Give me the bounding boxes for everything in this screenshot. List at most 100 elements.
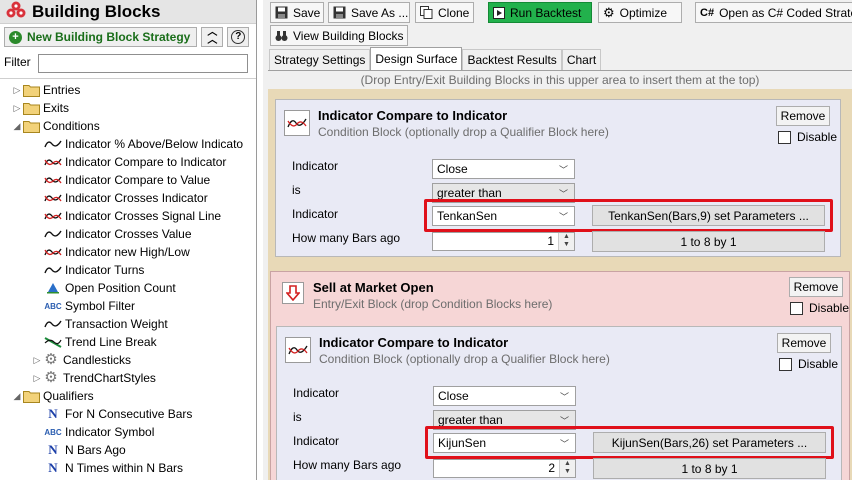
bars-ago-stepper[interactable]: 2 ▲ ▼ xyxy=(433,459,576,478)
view-blocks-label: View Building Blocks xyxy=(293,28,404,43)
remove-button[interactable]: Remove xyxy=(776,106,830,126)
save-as-label: Save As ... xyxy=(351,5,409,20)
tree-item[interactable]: N N Bars Ago xyxy=(0,441,256,459)
sell-subtitle: Entry/Exit Block (drop Condition Blocks … xyxy=(313,297,553,311)
open-csharp-label: Open as C# Coded Strategy xyxy=(719,5,852,20)
run-backtest-label: Run Backtest xyxy=(510,5,582,20)
chevron-down-icon[interactable]: ◢ xyxy=(12,391,22,402)
tree-folder-conditions[interactable]: ◢ Conditions xyxy=(0,117,256,135)
tree-item[interactable]: N N Times within N Bars xyxy=(0,459,256,477)
run-backtest-button[interactable]: Run Backtest xyxy=(488,2,592,23)
chevron-right-icon[interactable]: ▷ xyxy=(32,355,42,366)
tree-folder-exits[interactable]: ▷ Exits xyxy=(0,99,256,117)
tree-item[interactable]: Trend Line Break xyxy=(0,333,256,351)
help-button[interactable]: ? xyxy=(227,27,250,47)
indicator-compare-icon xyxy=(44,155,62,169)
tab-backtest-results[interactable]: Backtest Results xyxy=(462,49,562,70)
tree-item[interactable]: Open Position Count xyxy=(0,279,256,297)
double-chevron-up-icon: ︿ ︿ xyxy=(207,27,218,46)
indicator-compare-icon xyxy=(44,191,62,205)
optimize-label: Optimize xyxy=(619,5,667,20)
sell-arrow-icon xyxy=(282,282,304,304)
tree-item-label: Indicator Compare to Value xyxy=(65,173,211,187)
tree-item[interactable]: ▷ ⚙ TrendChartStyles xyxy=(0,369,256,387)
condition-block[interactable]: Indicator Compare to Indicator Condition… xyxy=(275,99,841,257)
save-icon xyxy=(275,6,288,19)
tree-folder-entries[interactable]: ▷ Entries xyxy=(0,81,256,99)
highlight-box xyxy=(425,426,834,459)
sell-remove-button[interactable]: Remove xyxy=(789,277,843,297)
tree-item[interactable]: Indicator Compare to Indicator xyxy=(0,153,256,171)
stepper-arrows-icon[interactable]: ▲ ▼ xyxy=(559,460,575,477)
indicator-compare-icon xyxy=(44,209,62,223)
building-blocks-tree: ▷ Entries ▷ Exits ◢ Conditions Indicator % Abo… xyxy=(0,78,256,477)
clone-button[interactable]: Clone xyxy=(415,2,474,23)
save-as-button[interactable]: Save As ... xyxy=(328,2,410,23)
tree-item[interactable]: ABC Symbol Filter xyxy=(0,297,256,315)
building-blocks-panel: Building Blocks + New Building Block Str… xyxy=(0,0,257,480)
filter-input[interactable] xyxy=(38,54,248,73)
chevron-right-icon[interactable]: ▷ xyxy=(32,373,42,384)
tree-item[interactable]: Indicator Crosses Signal Line xyxy=(0,207,256,225)
indicator1-select[interactable]: Close ﹀ xyxy=(432,159,575,179)
tab-design-surface[interactable]: Design Surface xyxy=(370,47,463,70)
design-surface: (Drop Entry/Exit Building Blocks in this… xyxy=(268,70,852,480)
tree-item[interactable]: N For N Consecutive Bars xyxy=(0,405,256,423)
disable-checkbox[interactable]: Disable xyxy=(778,130,837,144)
editor-tabs: Strategy Settings Design Surface Backtes… xyxy=(269,47,602,70)
collapse-all-button[interactable]: ︿ ︿ xyxy=(201,27,224,47)
gear-icon: ⚙ xyxy=(44,351,58,368)
new-building-block-strategy-button[interactable]: + New Building Block Strategy xyxy=(4,27,198,47)
tab-strategy-settings[interactable]: Strategy Settings xyxy=(269,49,371,70)
save-button[interactable]: Save xyxy=(270,2,324,23)
tree-item-label: N Times within N Bars xyxy=(65,461,184,475)
remove-button[interactable]: Remove xyxy=(777,333,831,353)
tree-item[interactable]: Indicator new High/Low xyxy=(0,243,256,261)
tree-item[interactable]: Indicator % Above/Below Indicato xyxy=(0,135,256,153)
drop-hint: (Drop Entry/Exit Building Blocks in this… xyxy=(268,71,852,89)
tree-item-label: Exits xyxy=(43,101,70,115)
tree-item-label: Entries xyxy=(43,83,81,97)
tree-item[interactable]: ▷ ⚙ Candlesticks xyxy=(0,351,256,369)
tab-chart[interactable]: Chart xyxy=(561,49,602,70)
indicator-wave-icon xyxy=(44,263,62,277)
tree-item[interactable]: Indicator Compare to Value xyxy=(0,171,256,189)
tree-item[interactable]: Indicator Turns xyxy=(0,261,256,279)
strategy-editor: Save Save As ... Clone Run Backtest ⚙ Op… xyxy=(263,0,852,480)
tree-item[interactable]: ABC Indicator Symbol xyxy=(0,423,256,441)
indicator-label: Indicator xyxy=(292,159,339,173)
clone-icon xyxy=(420,6,433,19)
save-as-icon xyxy=(333,6,346,19)
binoculars-icon xyxy=(275,30,288,42)
stepper-arrows-icon[interactable]: ▲ ▼ xyxy=(558,233,574,250)
play-icon xyxy=(493,6,505,19)
open-as-csharp-button[interactable]: C# Open as C# Coded Strategy xyxy=(695,2,852,23)
tree-item[interactable]: Indicator Crosses Value xyxy=(0,225,256,243)
bars-range-button[interactable]: 1 to 8 by 1 xyxy=(592,231,825,252)
trend-line-icon xyxy=(44,335,62,349)
chevron-down-icon: ﹀ xyxy=(559,392,569,402)
chevron-right-icon[interactable]: ▷ xyxy=(12,85,22,96)
chevron-down-icon[interactable]: ◢ xyxy=(12,121,22,132)
sell-block[interactable]: Sell at Market Open Entry/Exit Block (dr… xyxy=(270,271,850,480)
sell-disable-checkbox[interactable]: Disable xyxy=(790,301,849,315)
panel-title: Building Blocks xyxy=(32,1,161,21)
condition-block[interactable]: Indicator Compare to Indicator Condition… xyxy=(276,326,842,480)
chevron-right-icon[interactable]: ▷ xyxy=(12,103,22,114)
tree-item-label: Indicator Compare to Indicator xyxy=(65,155,227,169)
optimize-button[interactable]: ⚙ Optimize xyxy=(598,2,682,23)
folder-icon xyxy=(22,119,40,133)
tree-folder-qualifiers[interactable]: ◢ Qualifiers xyxy=(0,387,256,405)
tree-item-label: Indicator Crosses Signal Line xyxy=(65,209,222,223)
tree-item[interactable]: Transaction Weight xyxy=(0,315,256,333)
view-building-blocks-button[interactable]: View Building Blocks xyxy=(270,25,408,46)
strategy-toolbar: Save Save As ... Clone Run Backtest ⚙ Op… xyxy=(263,0,852,48)
bars-range-button[interactable]: 1 to 8 by 1 xyxy=(593,458,826,479)
bars-ago-stepper[interactable]: 1 ▲ ▼ xyxy=(432,232,575,251)
tree-item[interactable]: Indicator Crosses Indicator xyxy=(0,189,256,207)
indicator-compare-icon xyxy=(44,245,62,259)
disable-checkbox[interactable]: Disable xyxy=(779,357,838,371)
folder-icon xyxy=(22,83,40,97)
indicator1-select[interactable]: Close ﹀ xyxy=(433,386,576,406)
indicator2-label: Indicator xyxy=(292,207,339,221)
